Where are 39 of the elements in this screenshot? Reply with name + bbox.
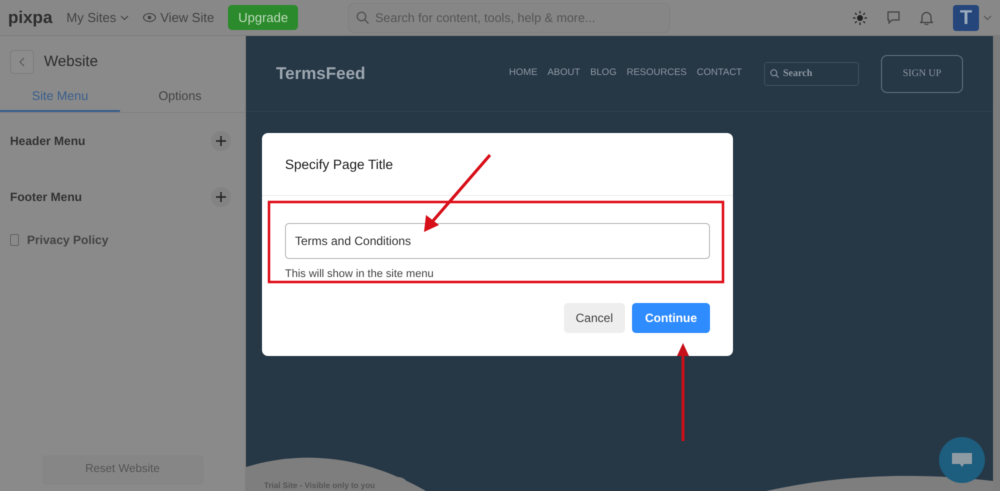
chevron-down-icon: [983, 14, 992, 20]
add-button[interactable]: [211, 130, 231, 151]
nav-link[interactable]: View Site: [143, 8, 214, 28]
tab[interactable]: Options: [120, 82, 240, 112]
panel-title: Website: [44, 52, 98, 72]
nav-link[interactable]: HOME: [508, 66, 538, 81]
nav-link[interactable]: ABOUT: [547, 66, 580, 81]
cancel-button[interactable]: Cancel: [564, 302, 625, 333]
menu-item[interactable]: Privacy Policy: [27, 230, 108, 249]
nav-link[interactable]: CONTACT: [696, 66, 742, 81]
logo[interactable]: pixpa: [8, 4, 52, 30]
plus-icon: [216, 192, 226, 202]
section-title: Header Menu: [10, 132, 86, 150]
upgrade-button[interactable]: Upgrade: [228, 4, 298, 30]
plus-icon: [216, 136, 226, 146]
add-button[interactable]: [211, 186, 231, 207]
search-icon: [770, 68, 779, 78]
chat-icon: [887, 11, 900, 24]
chat-icon: [951, 451, 973, 469]
eye-icon: [143, 13, 156, 22]
help-text: This will show in the site menu: [285, 267, 435, 282]
chevron-down-icon: [120, 14, 130, 20]
search-field[interactable]: Search: [764, 62, 859, 86]
nav-link[interactable]: BLOG: [590, 66, 617, 81]
avatar[interactable]: T: [953, 4, 979, 30]
nav-link[interactable]: RESOURCES: [626, 66, 687, 81]
dialog-title: Specify Page Title: [262, 133, 733, 196]
page-icon: [10, 234, 19, 246]
sun-icon: [853, 10, 867, 24]
site-logo[interactable]: TermsFeed: [276, 60, 366, 86]
section-title: Footer Menu: [10, 188, 82, 206]
chevron-left-icon: [19, 57, 25, 67]
signup-button[interactable]: SIGN UP: [881, 54, 963, 92]
input-field[interactable]: Terms and Conditions: [285, 223, 710, 260]
continue-button[interactable]: Continue: [632, 302, 710, 333]
bell-icon: [920, 10, 933, 24]
chat-button[interactable]: [939, 437, 985, 483]
scrollbar[interactable]: [993, 36, 1000, 491]
nav-link[interactable]: My Sites: [66, 8, 130, 28]
